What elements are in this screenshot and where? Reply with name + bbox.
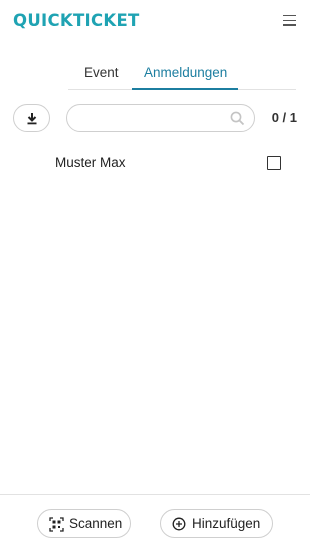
tab-event[interactable]: Event xyxy=(84,65,119,80)
download-icon xyxy=(27,113,37,125)
list-item: Muster Max xyxy=(0,150,310,176)
scan-label: Scannen xyxy=(69,516,123,531)
search-icon[interactable] xyxy=(230,111,245,126)
hamburger-menu-icon[interactable] xyxy=(283,15,296,26)
plus-circle-icon xyxy=(172,517,186,531)
tab-bar: Event Anmeldungen xyxy=(68,60,296,90)
qr-scan-icon xyxy=(49,517,64,532)
registration-count: 0 / 1 xyxy=(271,110,297,125)
scan-button[interactable]: Scannen xyxy=(37,509,131,538)
app: QUICKTICKET Event Anmeldungen 0 / 1 Must… xyxy=(0,0,310,551)
header: QUICKTICKET xyxy=(0,0,310,44)
checkin-checkbox[interactable] xyxy=(267,156,281,170)
search-input[interactable] xyxy=(77,109,227,128)
active-tab-indicator xyxy=(132,88,238,90)
add-button[interactable]: Hinzufügen xyxy=(160,509,273,538)
search-field xyxy=(66,104,255,132)
download-button[interactable] xyxy=(13,104,50,132)
tab-anmeldungen[interactable]: Anmeldungen xyxy=(144,65,227,80)
footer: Scannen Hinzufügen xyxy=(0,494,310,551)
add-label: Hinzufügen xyxy=(192,516,261,531)
registration-name: Muster Max xyxy=(55,155,126,170)
app-logo: QUICKTICKET xyxy=(13,11,140,30)
